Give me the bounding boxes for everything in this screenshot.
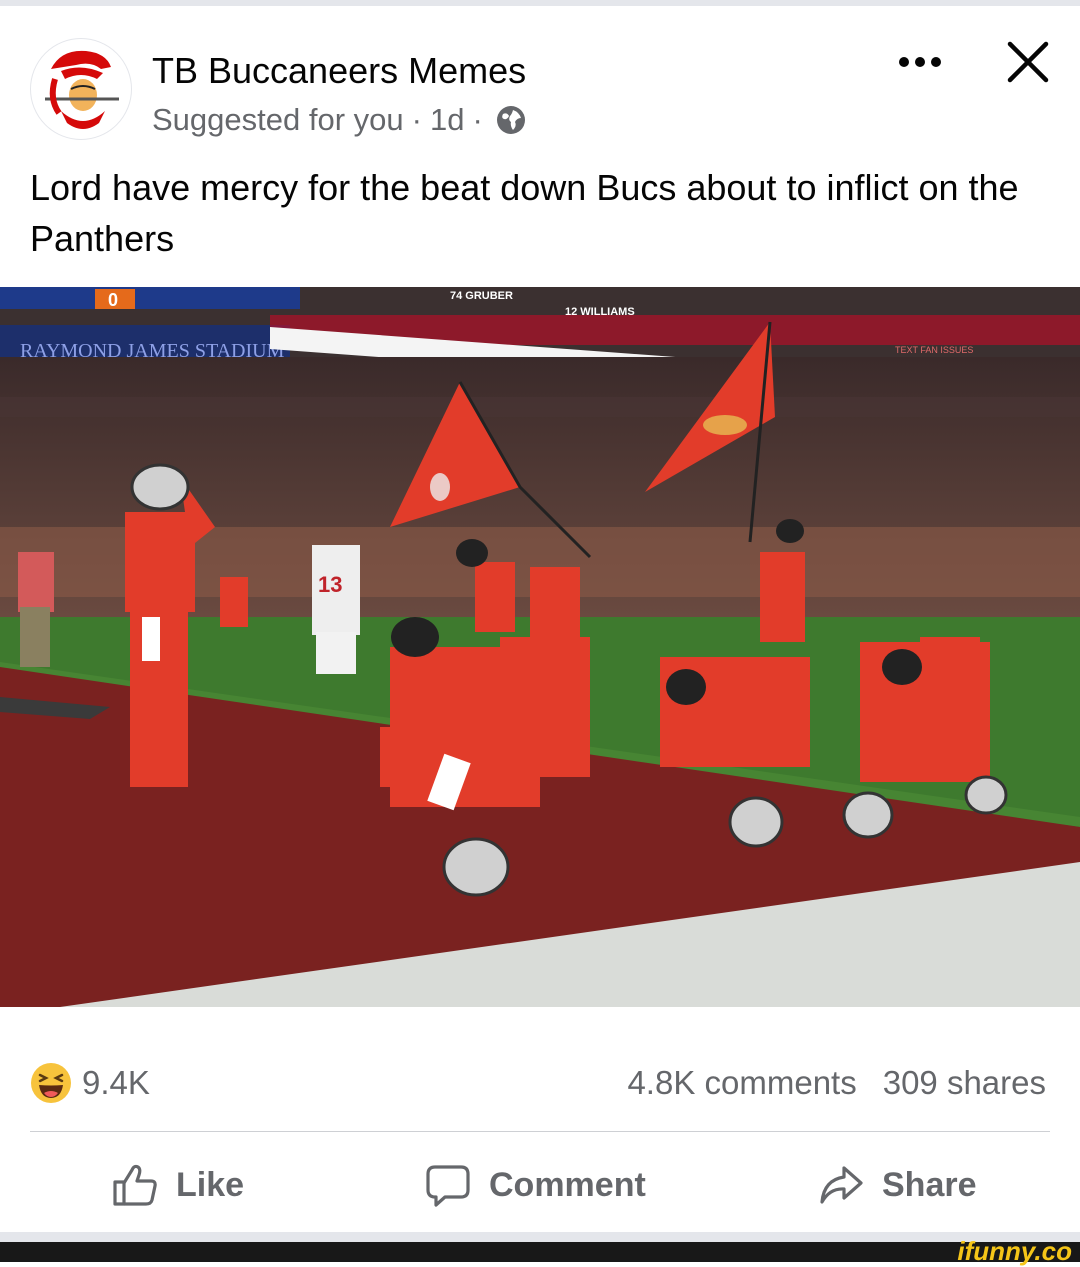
ifunny-watermark: ifunny.co	[957, 1236, 1072, 1266]
jersey-number: 13	[318, 572, 342, 597]
meta-separator: ·	[411, 102, 422, 137]
close-icon[interactable]	[1006, 40, 1050, 84]
comments-count[interactable]: 4.8K comments	[627, 1064, 856, 1101]
page-avatar[interactable]	[30, 38, 132, 140]
like-button[interactable]: Like	[112, 1158, 244, 1212]
board-name-2: 12 WILLIAMS	[565, 306, 635, 318]
watermark-bar	[0, 1242, 1080, 1262]
meta-separator-2: ·	[472, 102, 483, 137]
comment-bubble-icon	[426, 1165, 470, 1207]
thumbs-up-icon	[113, 1164, 157, 1206]
like-label: Like	[176, 1165, 245, 1204]
scoreboard-zero: 0	[108, 290, 118, 310]
engagement-stats: 4.8K comments 309 shares	[627, 1064, 1046, 1102]
bottom-divider	[0, 1232, 1080, 1242]
share-button[interactable]: Share	[818, 1158, 977, 1212]
reaction-count: 9.4K	[82, 1064, 150, 1101]
top-divider	[0, 0, 1080, 6]
board-fan-text: TEXT FAN ISSUES	[895, 345, 973, 355]
haha-emoji-icon	[31, 1063, 71, 1103]
actions-divider	[30, 1131, 1050, 1132]
shares-count[interactable]: 309 shares	[883, 1064, 1046, 1101]
post-meta: Suggested for you · 1d ·	[152, 102, 527, 138]
post-age[interactable]: 1d	[430, 102, 464, 138]
buccaneer-logo-icon	[45, 50, 119, 129]
comment-label: Comment	[489, 1165, 646, 1204]
board-name-1: 74 GRUBER	[450, 290, 513, 302]
stadium-photo-image: 0 RAYMOND JAMES STADIUM 74 GRUBER 12 WIL…	[0, 287, 1080, 1007]
share-label: Share	[882, 1165, 977, 1204]
post-photo[interactable]: 0 RAYMOND JAMES STADIUM 74 GRUBER 12 WIL…	[0, 287, 1080, 1007]
page-name[interactable]: TB Buccaneers Memes	[152, 50, 526, 92]
post-caption: Lord have mercy for the beat down Bucs a…	[30, 167, 1019, 259]
more-options-icon[interactable]	[896, 44, 944, 80]
suggested-label: Suggested for you	[152, 102, 404, 137]
reactions-summary[interactable]: 9.4K	[30, 1062, 150, 1104]
share-arrow-icon	[820, 1166, 863, 1204]
globe-icon	[496, 106, 525, 134]
comment-button[interactable]: Comment	[425, 1158, 646, 1212]
